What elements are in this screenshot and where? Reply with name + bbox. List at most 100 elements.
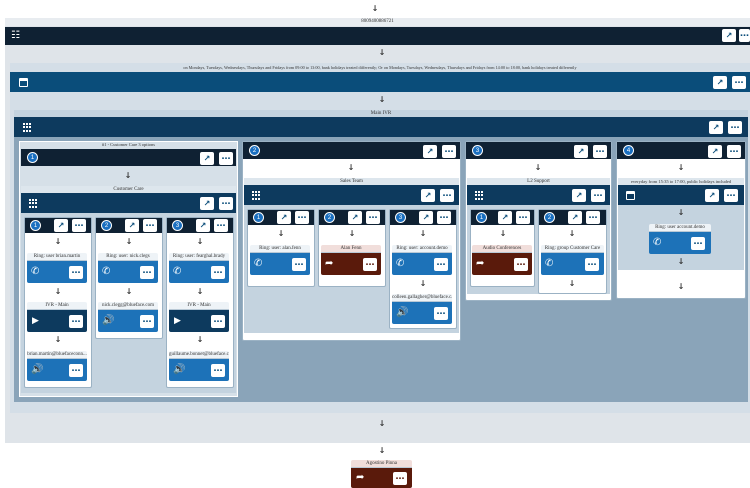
voicemail-label: guillaume.bonnet@blueface.c... (169, 351, 229, 359)
more-icon[interactable] (514, 258, 528, 271)
more-icon[interactable] (434, 258, 448, 271)
more-icon[interactable] (219, 197, 233, 210)
more-icon[interactable] (363, 258, 377, 271)
more-icon[interactable] (393, 472, 407, 485)
flow-arrow (347, 230, 357, 238)
more-icon[interactable] (586, 211, 600, 224)
more-icon[interactable] (727, 145, 741, 158)
flow-arrow (195, 238, 205, 246)
more-icon[interactable] (69, 266, 83, 279)
voicemail-tile[interactable]: brian.martin@bluefaceconn... 🔊 (27, 351, 87, 381)
flow-arrow (676, 283, 686, 291)
forward-tile[interactable]: Alan Fenn ➦ (321, 245, 381, 275)
more-icon[interactable] (728, 121, 742, 134)
expand-icon[interactable] (709, 121, 723, 134)
flow-arrow (418, 280, 428, 288)
more-icon[interactable] (516, 211, 530, 224)
more-icon[interactable] (211, 315, 225, 328)
phone-icon: ✆ (31, 266, 40, 277)
more-icon[interactable] (72, 219, 86, 232)
ring-tile[interactable]: Ring: user: nick.clegs ✆ (98, 253, 158, 283)
option-number: 3 (472, 145, 483, 156)
flow-arrow (567, 280, 577, 288)
ring-tile[interactable]: Ring: user account.demo ✆ (649, 224, 711, 254)
expand-icon[interactable] (708, 145, 722, 158)
expand-icon[interactable] (574, 145, 588, 158)
grid-icon (475, 191, 484, 200)
expand-icon[interactable] (196, 219, 210, 232)
more-icon[interactable] (211, 364, 225, 377)
expand-icon[interactable] (722, 29, 736, 42)
more-icon[interactable] (591, 189, 605, 202)
flow-arrow (346, 164, 356, 172)
option-number: 1 (27, 152, 38, 163)
expand-icon[interactable] (200, 152, 214, 165)
forward-label: Audio Conferences (472, 245, 532, 253)
expand-icon[interactable] (125, 219, 139, 232)
ivr-label: IVR - Main (27, 302, 87, 310)
expand-icon[interactable] (419, 211, 433, 224)
more-icon[interactable] (442, 145, 456, 158)
ring-tile[interactable]: Ring: user: alan.fenn ✆ (250, 245, 310, 275)
final-forward-tile[interactable]: Agostino Pinna ➦ (351, 460, 412, 488)
flow-arrow (676, 258, 686, 266)
more-icon[interactable] (437, 211, 451, 224)
root-bar: ☷ (5, 27, 750, 45)
more-icon[interactable] (434, 307, 448, 320)
option-number: 3 (395, 212, 406, 223)
flow-arrow (533, 164, 543, 172)
ivr-tile[interactable]: IVR - Main ▶ (27, 302, 87, 332)
more-icon[interactable] (219, 152, 233, 165)
more-icon[interactable] (140, 315, 154, 328)
ring-tile[interactable]: Ring: group Customer Care ✆ (541, 245, 604, 275)
more-icon[interactable] (593, 145, 607, 158)
ring-label: Ring: user: alan.fenn (250, 245, 310, 253)
more-icon[interactable] (211, 266, 225, 279)
more-icon[interactable] (69, 315, 83, 328)
flow-arrow (676, 164, 686, 172)
flow-arrow (124, 288, 134, 296)
more-icon[interactable] (143, 219, 157, 232)
ivr-tile[interactable]: IVR - Main ▶ (169, 302, 229, 332)
calendar-icon (626, 191, 635, 200)
expand-icon[interactable] (498, 211, 512, 224)
option-title: #1 - Customer Care 3 options (101, 142, 156, 147)
more-icon[interactable] (691, 237, 705, 250)
voicemail-tile[interactable]: nick.clegg@blueface.com 🔊 (98, 302, 158, 332)
more-icon[interactable] (440, 189, 454, 202)
more-icon[interactable] (69, 364, 83, 377)
more-icon[interactable] (732, 76, 746, 89)
more-icon[interactable] (585, 258, 599, 271)
sales-team-title: Sales Team (244, 178, 459, 185)
more-icon[interactable] (214, 219, 228, 232)
expand-icon[interactable] (54, 219, 68, 232)
ring-tile[interactable]: Ring: user: account.demo ✆ (392, 245, 452, 275)
expand-icon[interactable] (423, 145, 437, 158)
expand-icon[interactable] (713, 76, 727, 89)
grid-icon (23, 123, 32, 132)
l2-support-title: L2 Support (467, 178, 610, 185)
forward-tile[interactable]: Audio Conferences ➦ (472, 245, 532, 275)
more-icon[interactable] (724, 189, 738, 202)
more-icon[interactable] (366, 211, 380, 224)
expand-icon[interactable] (200, 197, 214, 210)
voicemail-tile[interactable]: guillaume.bonnet@blueface.c... 🔊 (169, 351, 229, 381)
voicemail-tile[interactable]: colleen.gallagher@blueface.c... 🔊 (392, 294, 452, 324)
ring-label: Ring: user: nick.clegs (98, 253, 158, 261)
more-icon[interactable] (292, 258, 306, 271)
expand-icon[interactable] (572, 189, 586, 202)
more-icon[interactable] (140, 266, 154, 279)
expand-icon[interactable] (421, 189, 435, 202)
expand-icon[interactable] (568, 211, 582, 224)
ring-tile[interactable]: Ring: user brian.martin ✆ (27, 253, 87, 283)
more-icon[interactable] (295, 211, 309, 224)
ring-tile[interactable]: Ring: user: fearghal.brady ✆ (169, 253, 229, 283)
customer-care-title: Customer Care (21, 186, 236, 193)
option-number: 3 (172, 220, 183, 231)
flow-arrow (377, 49, 387, 57)
expand-icon[interactable] (348, 211, 362, 224)
expand-icon[interactable] (705, 189, 719, 202)
expand-icon[interactable] (277, 211, 291, 224)
more-icon[interactable] (739, 29, 750, 42)
phone-icon: ✆ (102, 266, 111, 277)
